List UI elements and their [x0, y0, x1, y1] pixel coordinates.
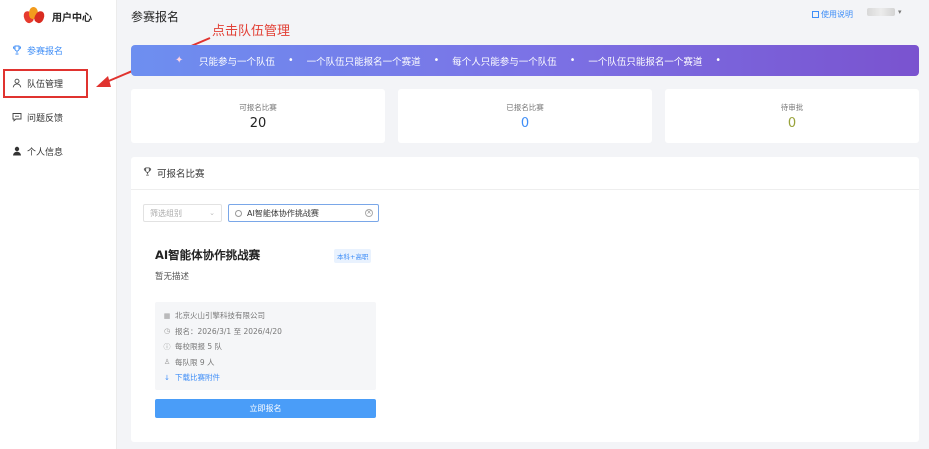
stat-label: 待审批 — [780, 103, 804, 112]
banner-item: 一个队伍只能报名一个赛道 — [306, 56, 421, 68]
brand: 用户中心 — [0, 0, 116, 32]
info-school-limit: ⓘ 每校限报 5 队 — [162, 339, 376, 355]
sidebar-item-label: 问题反馈 — [27, 113, 64, 124]
building-icon: ▦ — [163, 311, 171, 320]
announcement-icon: ✦ — [175, 55, 184, 66]
download-attachment-link[interactable]: ↓ 下载比赛附件 — [162, 370, 376, 386]
clear-icon[interactable]: × — [365, 209, 373, 217]
sidebar-item-label: 个人信息 — [27, 147, 64, 158]
info-icon: ⓘ — [163, 342, 171, 351]
banner-separator: • — [288, 55, 294, 66]
stat-label: 已报名比赛 — [506, 103, 544, 112]
banner-items: 只能参与一个队伍 • 一个队伍只能报名一个赛道 • 每个人只能参与一个队伍 • … — [199, 54, 734, 68]
signup-button[interactable]: 立即报名 — [155, 399, 376, 418]
team-size-text: 每队限 9 人 — [175, 357, 215, 367]
brand-title: 用户中心 — [52, 12, 92, 24]
competition-info: ▦ 北京火山引擎科技有限公司 ◷ 报名：2026/3/1 至 2026/4/20… — [155, 302, 376, 390]
sidebar-item-registration[interactable]: 参赛报名 — [0, 37, 117, 63]
sidebar-item-label: 参赛报名 — [27, 46, 64, 57]
stat-card-pending: 待审批 0 — [665, 89, 919, 143]
user-filled-icon — [11, 146, 22, 157]
competition-description: 暂无描述 — [155, 272, 190, 282]
download-icon: ↓ — [164, 373, 170, 382]
book-icon — [812, 11, 819, 18]
banner-separator: • — [715, 55, 721, 66]
banner-item: 一个队伍只能报名一个赛道 — [588, 56, 703, 68]
sidebar-item-profile[interactable]: 个人信息 — [0, 138, 117, 164]
info-team-size: ♙ 每队限 9 人 — [162, 355, 376, 371]
search-icon — [235, 209, 242, 217]
stat-value: 0 — [787, 116, 797, 131]
sidebar-item-feedback[interactable]: 问题反馈 — [0, 104, 117, 130]
stat-label: 可报名比赛 — [239, 103, 277, 112]
competition-title: AI智能体协作挑战赛 — [155, 248, 261, 262]
group-filter-select[interactable]: 筛选组别 ⌄ — [143, 204, 222, 222]
panel-header: 可报名比赛 — [131, 157, 919, 190]
user-icon: ♙ — [163, 358, 171, 367]
trophy-icon — [11, 45, 22, 56]
school-limit-text: 每校限报 5 队 — [175, 342, 223, 352]
sidebar: 用户中心 参赛报名 队伍管理 问题反馈 个人信息 — [0, 0, 117, 449]
brand-logo-icon — [21, 7, 47, 25]
organizer-text: 北京火山引擎科技有限公司 — [175, 311, 265, 321]
rules-banner: ✦ 只能参与一个队伍 • 一个队伍只能报名一个赛道 • 每个人只能参与一个队伍 … — [131, 45, 919, 76]
annotation-highlight-box — [3, 69, 88, 98]
info-period: ◷ 报名：2026/3/1 至 2026/4/20 — [162, 324, 376, 340]
stat-card-available: 可报名比赛 20 — [131, 89, 385, 143]
competition-tag: 本科+高职 — [334, 249, 372, 263]
page-title: 参赛报名 — [131, 10, 180, 24]
chevron-down-icon: ▾ — [898, 8, 902, 16]
annotation-text: 点击队伍管理 — [212, 24, 291, 39]
group-filter-placeholder: 筛选组别 — [150, 208, 182, 218]
chat-icon — [11, 112, 22, 123]
panel-title: 可报名比赛 — [157, 169, 205, 180]
competition-panel: 可报名比赛 筛选组别 ⌄ × AI智能体协作挑战赛 本科+高职 暂无描述 ▦ 北… — [131, 157, 919, 442]
avatar — [867, 8, 895, 16]
download-text: 下载比赛附件 — [175, 373, 220, 383]
stat-card-registered: 已报名比赛 0 — [398, 89, 652, 143]
stat-value: 20 — [249, 116, 267, 131]
search-input[interactable] — [247, 208, 357, 218]
help-link[interactable]: 使用说明 — [812, 9, 853, 20]
trophy-icon — [143, 167, 152, 179]
info-organizer: ▦ 北京火山引擎科技有限公司 — [162, 308, 376, 324]
banner-separator: • — [433, 55, 440, 66]
period-text: 报名：2026/3/1 至 2026/4/20 — [175, 326, 282, 336]
banner-separator: • — [569, 55, 576, 66]
help-link-label: 使用说明 — [821, 10, 853, 19]
search-field[interactable]: × — [228, 204, 379, 222]
user-menu[interactable]: ▾ — [867, 8, 902, 16]
stat-value: 0 — [520, 116, 530, 131]
clock-icon: ◷ — [163, 327, 171, 336]
banner-item: 只能参与一个队伍 — [199, 56, 276, 68]
banner-item: 每个人只能参与一个队伍 — [452, 56, 557, 68]
chevron-down-icon: ⌄ — [209, 209, 215, 217]
